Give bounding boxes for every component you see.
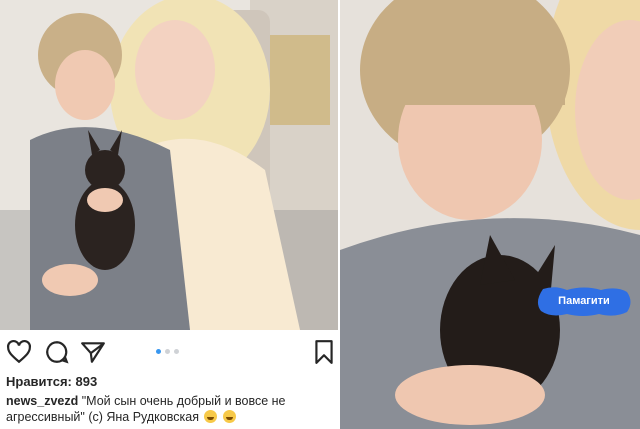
likes-count[interactable]: Нравится: 893 <box>6 374 97 389</box>
grinning-face-emoji <box>204 410 218 423</box>
zoomed-photo: Памагити <box>340 0 640 429</box>
carousel-dot-active <box>156 349 161 354</box>
carousel-dot <box>165 349 170 354</box>
speech-bubble-text: Памагити <box>558 295 610 307</box>
post-caption: news_zvezd "Мой сын очень добрый и вовсе… <box>6 393 332 425</box>
instagram-post: Нравится: 893 news_zvezd "Мой сын очень … <box>0 0 338 429</box>
caption-username[interactable]: news_zvezd <box>6 394 78 408</box>
post-photo <box>0 0 338 330</box>
heart-icon[interactable] <box>6 339 32 365</box>
bookmark-icon[interactable] <box>313 339 339 365</box>
carousel-dot <box>174 349 179 354</box>
carousel-indicator <box>156 349 179 354</box>
tears-of-joy-emoji <box>222 410 236 423</box>
share-icon[interactable] <box>80 339 106 365</box>
comment-icon[interactable] <box>44 339 70 365</box>
action-bar <box>0 333 338 369</box>
